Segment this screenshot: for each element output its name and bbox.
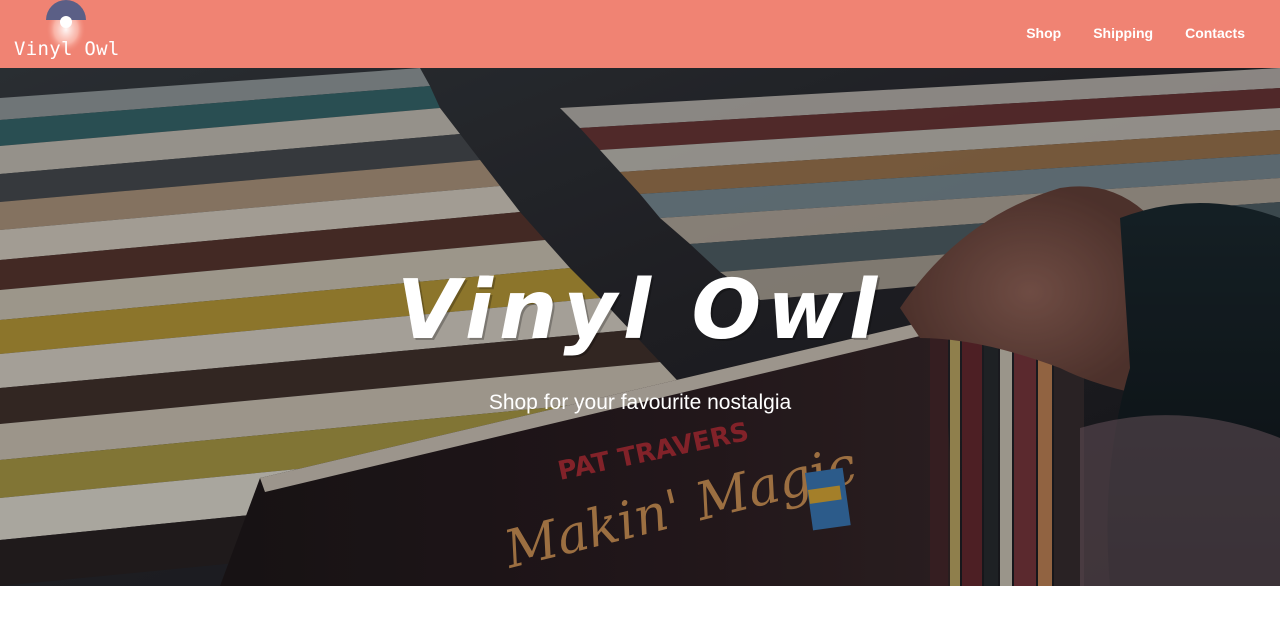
- navbar: Vinyl Owl Shop Shipping Contacts: [0, 0, 1280, 68]
- nav-link-shipping[interactable]: Shipping: [1093, 25, 1153, 41]
- brand-name: Vinyl Owl: [14, 38, 120, 60]
- main-nav: Shop Shipping Contacts: [1026, 0, 1245, 66]
- nav-link-shop[interactable]: Shop: [1026, 25, 1061, 41]
- hero-title: Vinyl Owl: [396, 263, 884, 358]
- brand-logo[interactable]: Vinyl Owl: [14, 0, 124, 66]
- nav-link-contacts[interactable]: Contacts: [1185, 25, 1245, 41]
- hero-subtitle: Shop for your favourite nostalgia: [488, 391, 792, 414]
- hero-banner: PAT TRAVERS Makin' Magic Vinyl Owl Shop …: [0, 68, 1280, 586]
